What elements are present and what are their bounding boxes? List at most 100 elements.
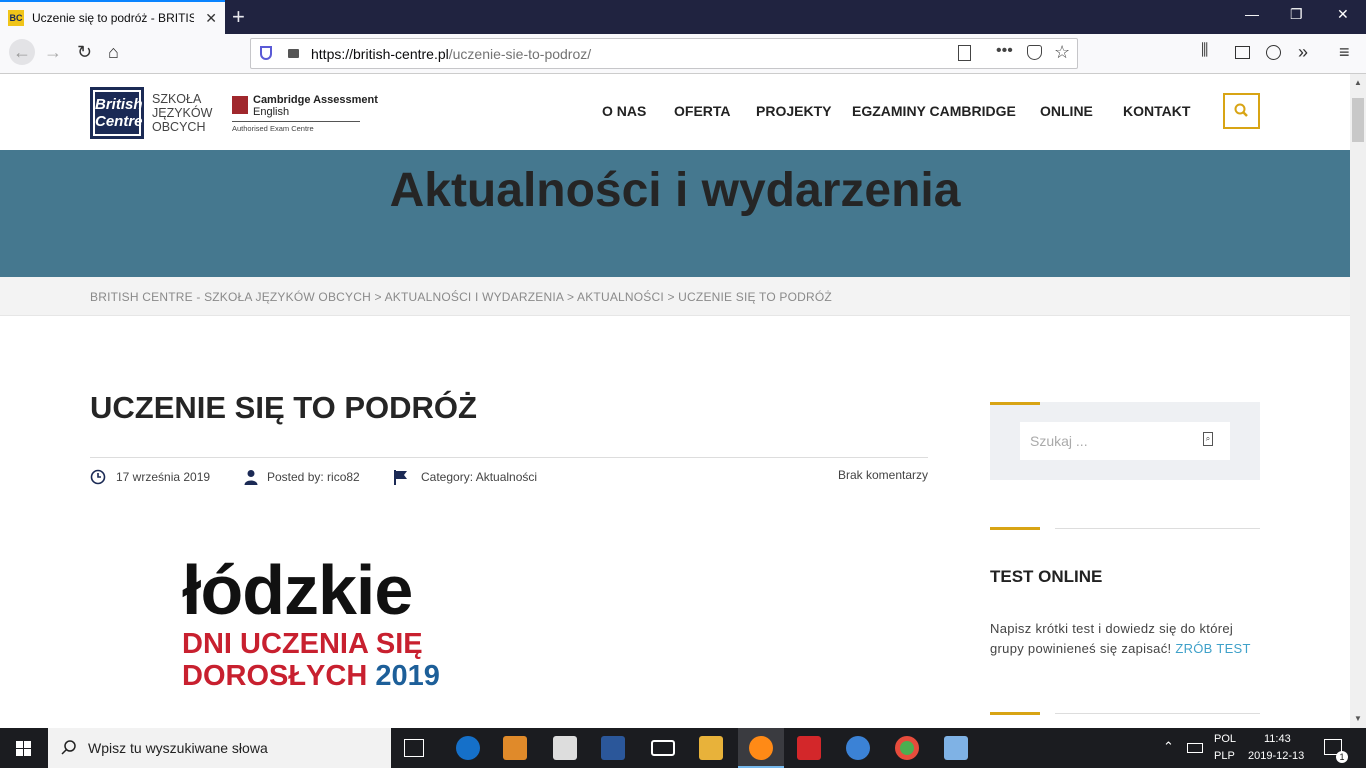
new-tab-icon[interactable]: + xyxy=(232,4,245,30)
app-icon[interactable] xyxy=(846,736,870,760)
breadcrumb-text[interactable]: BRITISH CENTRE - SZKOŁA JĘZYKÓW OBCYCH >… xyxy=(90,290,832,304)
logo-text: British xyxy=(95,96,143,113)
reader-view-icon[interactable] xyxy=(958,45,971,61)
site-header: British Centre SZKOŁA JĘZYKÓW OBCYCH Cam… xyxy=(0,74,1350,151)
mail-icon[interactable] xyxy=(651,740,675,756)
home-icon[interactable]: ⌂ xyxy=(108,42,119,63)
menu-item-egzaminy[interactable]: EGZAMINY CAMBRIDGE xyxy=(852,103,1016,119)
windows-logo-icon xyxy=(16,741,31,756)
favicon-icon: BC xyxy=(8,10,24,26)
media-player-icon[interactable] xyxy=(503,736,527,760)
tracking-shield-icon[interactable] xyxy=(260,46,272,60)
menu-item-projekty[interactable]: PROJEKTY xyxy=(756,103,831,119)
show-hidden-icons-icon[interactable]: ⌃ xyxy=(1163,739,1174,755)
flag-icon xyxy=(394,470,407,485)
scroll-down-icon[interactable]: ▼ xyxy=(1354,714,1362,723)
notification-count: 1 xyxy=(1336,751,1348,763)
reload-icon[interactable]: ↻ xyxy=(77,42,92,63)
school-name-line: SZKOŁA xyxy=(152,92,202,106)
sidebar-search-widget: ⌕ xyxy=(990,402,1260,480)
menu-item-oferta[interactable]: OFERTA xyxy=(674,103,731,119)
divider xyxy=(1055,528,1260,529)
acrobat-icon[interactable] xyxy=(797,736,821,760)
file-explorer-icon[interactable] xyxy=(699,736,723,760)
tab-title: Uczenie się to podróż - BRITISH xyxy=(32,11,194,25)
language-indicator[interactable]: POL xyxy=(1214,733,1236,745)
search-icon xyxy=(61,740,76,755)
test-link[interactable]: ZRÓB TEST xyxy=(1175,641,1250,656)
menu-icon[interactable]: ≡ xyxy=(1339,42,1350,63)
clock-time[interactable]: 11:43 xyxy=(1264,733,1291,745)
more-actions-icon[interactable]: ••• xyxy=(996,42,1013,60)
account-icon[interactable] xyxy=(1266,45,1281,60)
back-icon[interactable]: ← xyxy=(9,39,35,65)
post-comments-link[interactable]: Brak komentarzy xyxy=(838,468,928,482)
scroll-up-icon[interactable]: ▲ xyxy=(1354,78,1362,87)
image-text: DOROSŁYCH 2019 xyxy=(182,661,440,691)
cambridge-shield-icon xyxy=(232,96,248,114)
search-icon[interactable]: ⌕ xyxy=(1203,432,1213,446)
post-date: 17 września 2019 xyxy=(116,470,211,484)
header-search-button[interactable] xyxy=(1223,93,1260,129)
cambridge-name: Cambridge Assessment xyxy=(253,94,378,106)
post-category[interactable]: Category: Aktualności xyxy=(421,470,537,484)
school-name-line: OBCYCH xyxy=(152,120,206,134)
menu-item-online[interactable]: ONLINE xyxy=(1040,103,1093,119)
overflow-icon[interactable]: » xyxy=(1298,42,1308,63)
library-icon[interactable]: ⫼ xyxy=(1201,42,1208,60)
browser-tab-bar: BC Uczenie się to podróż - BRITISH ✕ + ―… xyxy=(0,0,1366,34)
paint-icon[interactable] xyxy=(944,736,968,760)
edge-icon[interactable] xyxy=(456,736,480,760)
accent-bar xyxy=(990,527,1040,530)
menu-item-o-nas[interactable]: O NAS xyxy=(602,103,646,119)
breadcrumb: BRITISH CENTRE - SZKOŁA JĘZYKÓW OBCYCH >… xyxy=(0,277,1350,316)
chrome-icon[interactable] xyxy=(895,736,919,760)
restore-icon[interactable]: ❐ xyxy=(1290,6,1303,23)
store-icon[interactable] xyxy=(553,736,577,760)
clock-icon xyxy=(90,469,106,485)
widget-title: TEST ONLINE xyxy=(990,567,1103,586)
sidebar-search-input[interactable] xyxy=(1020,422,1230,460)
menu-item-kontakt[interactable]: KONTAKT xyxy=(1123,103,1190,119)
browser-tab[interactable]: BC Uczenie się to podróż - BRITISH ✕ xyxy=(0,0,225,34)
windows-taskbar: Wpisz tu wyszukiwane słowa ⌃ POL PLP 11:… xyxy=(0,728,1366,768)
bookmark-star-icon[interactable]: ☆ xyxy=(1054,42,1070,63)
close-tab-icon[interactable]: ✕ xyxy=(205,10,217,27)
page-title: Aktualności i wydarzenia xyxy=(389,164,961,217)
image-text: DOROSŁYCH xyxy=(182,660,368,692)
address-bar[interactable]: https://british-centre.pl/uczenie-sie-to… xyxy=(250,38,1078,69)
scroll-thumb[interactable] xyxy=(1352,98,1364,142)
task-view-icon[interactable] xyxy=(404,739,424,757)
divider xyxy=(232,121,360,122)
start-button[interactable] xyxy=(0,728,48,768)
cambridge-name: English xyxy=(253,106,290,118)
close-window-icon[interactable]: ✕ xyxy=(1337,6,1349,23)
lock-icon[interactable] xyxy=(288,49,299,58)
user-icon xyxy=(244,470,258,485)
clock-date[interactable]: 2019-12-13 xyxy=(1248,750,1304,762)
forward-icon[interactable]: → xyxy=(44,42,62,63)
sidebar-toggle-icon[interactable] xyxy=(1235,46,1250,59)
taskbar-search-box[interactable]: Wpisz tu wyszukiwane słowa xyxy=(48,728,391,768)
image-text: DNI UCZENIA SIĘ xyxy=(182,628,423,660)
page-scrollbar[interactable]: ▲ ▼ xyxy=(1350,74,1366,728)
logo-text: Centre xyxy=(95,113,143,130)
minimize-icon[interactable]: ― xyxy=(1245,6,1259,22)
cambridge-subtitle: Authorised Exam Centre xyxy=(232,124,314,133)
british-centre-logo[interactable]: British Centre xyxy=(90,87,144,139)
firefox-icon xyxy=(749,736,773,760)
keyboard-layout[interactable]: PLP xyxy=(1214,750,1235,762)
divider xyxy=(1055,713,1260,714)
battery-icon[interactable] xyxy=(1187,743,1203,753)
accent-bar xyxy=(990,402,1040,405)
image-year: 2019 xyxy=(375,660,440,692)
divider xyxy=(90,457,928,458)
url-text[interactable]: https://british-centre.pl/uczenie-sie-to… xyxy=(311,46,591,62)
post-title: UCZENIE SIĘ TO PODRÓŻ xyxy=(90,390,477,425)
taskbar-search-text: Wpisz tu wyszukiwane słowa xyxy=(88,740,268,756)
firefox-taskbar-item[interactable] xyxy=(738,728,784,768)
word-icon[interactable] xyxy=(601,736,625,760)
image-heading: łódzkie xyxy=(182,551,413,629)
post-author[interactable]: Posted by: rico82 xyxy=(267,470,360,484)
pocket-icon[interactable] xyxy=(1027,45,1042,60)
